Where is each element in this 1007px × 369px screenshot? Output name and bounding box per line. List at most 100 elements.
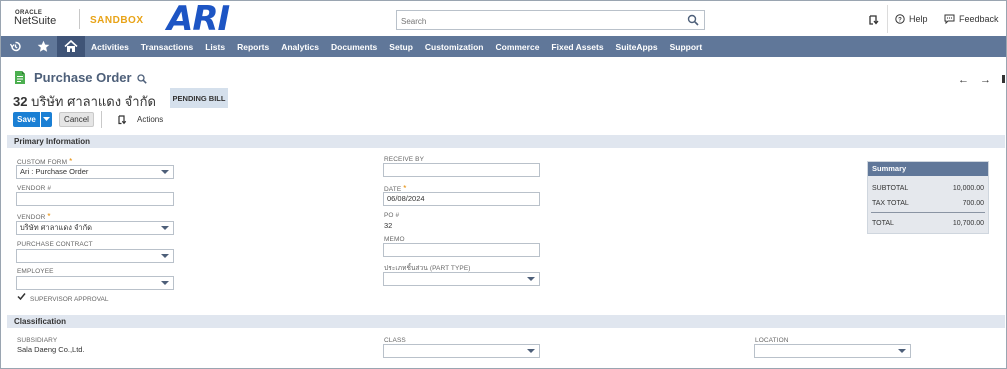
search-input[interactable] — [397, 12, 677, 31]
summary-tax-row: TAX TOTAL 700.00 — [872, 200, 984, 207]
supervisor-approval-checkbox[interactable] — [17, 292, 26, 301]
nav-item-commerce[interactable]: Commerce — [489, 42, 545, 52]
supervisor-approval-label: SUPERVISOR APPROVAL — [30, 296, 109, 303]
chevron-down-icon — [43, 117, 50, 121]
employee-select[interactable] — [16, 276, 174, 290]
chevron-down-icon — [161, 254, 169, 258]
recent-records-icon[interactable] — [865, 12, 881, 28]
svg-text:?: ? — [898, 17, 902, 23]
nav-recent[interactable] — [1, 36, 29, 57]
record-heading: 32 บริษัท ศาลาแดง จำกัด — [13, 91, 156, 112]
memo-field[interactable] — [383, 243, 540, 257]
nav-item-customization[interactable]: Customization — [419, 42, 490, 52]
location-label: LOCATION — [755, 337, 789, 344]
receive-by-label: RECEIVE BY — [384, 156, 425, 163]
subtotal-value: 10,000.00 — [952, 185, 984, 192]
feedback-link[interactable]: Feedback — [944, 14, 999, 24]
actions-icon[interactable] — [116, 114, 127, 125]
sandbox-label: SANDBOX — [90, 15, 144, 26]
nav-item-reports[interactable]: Reports — [231, 42, 275, 52]
previous-record-arrow[interactable]: ← — [958, 74, 969, 86]
date-field[interactable]: 06/08/2024 — [383, 192, 540, 206]
record-search-icon[interactable] — [137, 74, 147, 84]
classification-header[interactable]: Classification — [7, 315, 1005, 328]
cancel-button[interactable]: Cancel — [59, 112, 94, 127]
save-options-dropdown[interactable] — [41, 112, 52, 127]
nav-home[interactable] — [57, 36, 85, 57]
header-divider — [887, 5, 888, 33]
nav-item-analytics[interactable]: Analytics — [275, 42, 325, 52]
summary-title: Summary — [868, 162, 988, 176]
receive-by-field[interactable] — [383, 163, 540, 177]
tax-total-value: 700.00 — [962, 200, 984, 207]
star-icon — [37, 40, 49, 52]
summary-divider — [871, 212, 985, 213]
chevron-down-icon — [161, 170, 169, 174]
total-value: 10,700.00 — [952, 220, 984, 227]
vendor-number-label: VENDOR # — [17, 185, 52, 192]
purchase-contract-select[interactable] — [16, 249, 174, 263]
summary-panel: Summary SUBTOTAL 10,000.00 TAX TOTAL 700… — [867, 161, 989, 234]
vendor-select[interactable]: บริษัท ศาลาแดง จำกัด — [16, 221, 174, 235]
subsidiary-value: Sala Daeng Co.,Ltd. — [17, 345, 85, 354]
chevron-down-icon — [527, 277, 535, 281]
chevron-down-icon — [161, 226, 169, 230]
vendor-number-field[interactable] — [16, 192, 174, 206]
save-button[interactable]: Save — [13, 112, 40, 127]
help-label: Help — [909, 14, 928, 24]
nav-item-suiteapps[interactable]: SuiteApps — [610, 42, 664, 52]
main-navigation: Activities Transactions Lists Reports An… — [1, 36, 1006, 57]
employee-label: EMPLOYEE — [17, 268, 54, 275]
summary-total-row: TOTAL 10,700.00 — [872, 220, 984, 227]
company-logo: ARI — [167, 0, 230, 39]
nav-favorites[interactable] — [29, 36, 57, 57]
nav-item-setup[interactable]: Setup — [383, 42, 419, 52]
class-label: CLASS — [384, 337, 406, 344]
custom-form-select[interactable]: Ari : Purchase Order — [16, 165, 174, 179]
search-icon[interactable] — [687, 14, 699, 26]
part-type-select[interactable] — [383, 272, 540, 286]
history-icon — [9, 41, 21, 52]
primary-information-header[interactable]: Primary Information — [7, 135, 1005, 148]
memo-label: MEMO — [384, 236, 405, 243]
nav-item-support[interactable]: Support — [664, 42, 709, 52]
subsidiary-label: SUBSIDIARY — [17, 337, 58, 344]
record-navigation: ← → — [958, 74, 991, 86]
nav-item-transactions[interactable]: Transactions — [135, 42, 199, 52]
chevron-down-icon — [898, 349, 906, 353]
chevron-down-icon — [161, 281, 169, 285]
help-link[interactable]: ? Help — [895, 14, 928, 24]
actions-menu[interactable]: Actions — [137, 115, 163, 124]
subtotal-label: SUBTOTAL — [872, 185, 909, 192]
global-search[interactable] — [396, 10, 705, 31]
record-number: 32 — [13, 94, 28, 109]
logo-divider — [79, 9, 80, 29]
top-header: ORACLE NetSuite SANDBOX ARI ? Help Feedb… — [1, 0, 1006, 39]
tax-total-label: TAX TOTAL — [872, 200, 909, 207]
panel-edge-marker — [1002, 75, 1005, 83]
purchase-contract-label: PURCHASE CONTRACT — [17, 241, 93, 248]
feedback-label: Feedback — [959, 14, 999, 24]
nav-item-lists[interactable]: Lists — [199, 42, 231, 52]
vendor-label: VENDOR * — [17, 212, 51, 221]
nav-item-fixed-assets[interactable]: Fixed Assets — [545, 42, 609, 52]
page-title: Purchase Order — [34, 70, 132, 85]
record-vendor-name: บริษัท ศาลาแดง จำกัด — [31, 94, 156, 109]
status-badge: PENDING BILL — [170, 88, 228, 108]
netsuite-logo-text[interactable]: NetSuite — [14, 15, 56, 27]
chevron-down-icon — [527, 349, 535, 353]
location-select[interactable] — [754, 344, 911, 358]
summary-subtotal-row: SUBTOTAL 10,000.00 — [872, 185, 984, 192]
next-record-arrow[interactable]: → — [980, 74, 991, 86]
purchase-order-icon — [15, 71, 25, 84]
home-icon — [64, 40, 78, 52]
help-icon: ? — [895, 14, 905, 24]
nav-item-activities[interactable]: Activities — [85, 42, 135, 52]
feedback-icon — [944, 14, 955, 24]
button-divider — [101, 111, 102, 128]
total-label: TOTAL — [872, 220, 894, 227]
po-number-label: PO # — [384, 212, 400, 219]
class-select[interactable] — [383, 344, 540, 358]
po-number-value: 32 — [384, 221, 393, 230]
nav-item-documents[interactable]: Documents — [325, 42, 383, 52]
